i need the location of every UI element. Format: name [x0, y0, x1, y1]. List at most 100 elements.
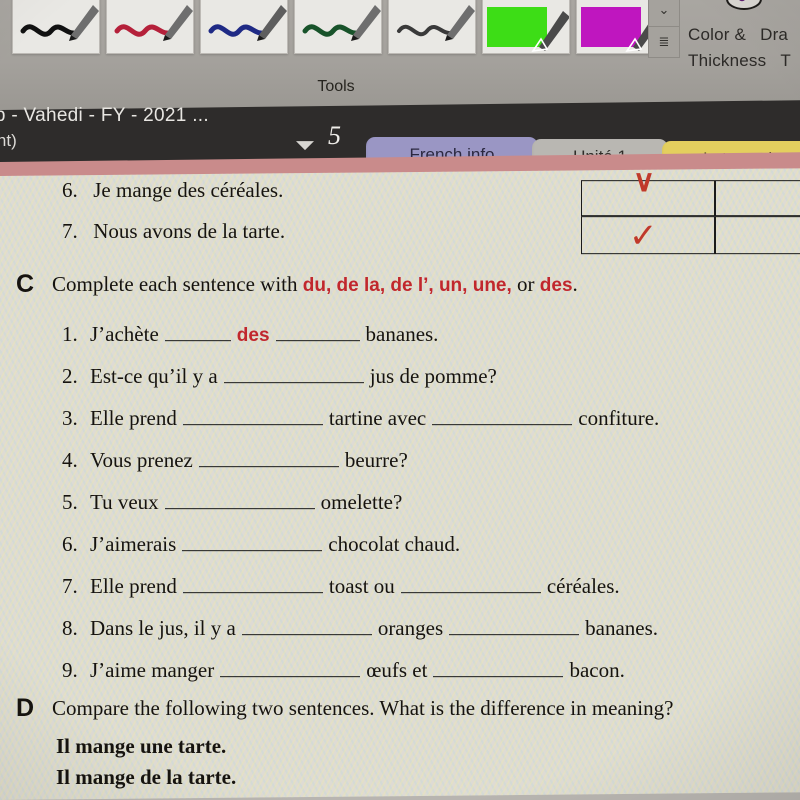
grading-check-table: ∨ ✓: [581, 165, 800, 255]
item-text: Je mange des céréales.: [93, 178, 284, 203]
answer-blank[interactable]: [164, 318, 231, 342]
item-number: 6.: [62, 178, 78, 203]
question-text-before: Tu veux: [90, 490, 159, 515]
draw-with-touch-label-1[interactable]: Dra: [760, 22, 788, 48]
answer-blank[interactable]: [164, 486, 315, 510]
question-text-middle: oranges: [377, 616, 444, 641]
answer-blank[interactable]: [220, 654, 361, 678]
table-cell: [715, 216, 800, 255]
question-text-before: Est-ce qu’il y a: [90, 364, 218, 389]
question-text-after: jus de pomme?: [369, 364, 497, 389]
question-text-before: Elle prend: [90, 574, 177, 599]
section-d-instruction: Compare the following two sentences. Wha…: [52, 696, 674, 721]
answer-blank[interactable]: [182, 528, 323, 552]
draw-with-touch-label-2[interactable]: T: [780, 48, 791, 74]
screenshot-root: ⌄ ≣ Color & Dra Thickness T Tools 1b - V…: [0, 0, 800, 800]
previous-item-6: 6. Je mange des céréales.: [62, 178, 283, 203]
pen-red-icon: [114, 5, 193, 41]
question-text-middle: toast ou: [328, 574, 395, 599]
section-c-letter: C: [16, 270, 35, 299]
question-8: 8. Dans le jus, il y a oranges bananes.: [62, 612, 658, 641]
answer-blank[interactable]: [432, 402, 573, 426]
question-number: 5.: [62, 490, 78, 515]
question-7: 7. Elle prend toast ou céréales.: [62, 570, 620, 599]
question-9: 9. J’aime manger œufs et bacon.: [62, 654, 625, 683]
answer-blank[interactable]: [241, 612, 372, 636]
question-number: 2.: [62, 364, 78, 389]
question-5: 5. Tu veux omelette?: [62, 486, 402, 515]
section-d-sentence-1: Il mange une tarte.: [56, 734, 227, 759]
answer-blank[interactable]: [400, 570, 541, 594]
question-text-after: beurre?: [344, 448, 408, 473]
red-check-mark-1: ∨: [633, 165, 655, 199]
section-d-letter: D: [16, 694, 35, 723]
question-1: 1. J’achète des bananes.: [62, 318, 438, 347]
question-text-after: confiture.: [578, 406, 660, 431]
question-number: 7.: [62, 574, 78, 599]
question-6: 6. J’aimerais chocolat chaud.: [62, 528, 460, 557]
printed-answer: des: [236, 325, 270, 347]
question-4: 4. Vous prenez beurre?: [62, 444, 408, 473]
answer-blank[interactable]: [182, 402, 323, 426]
gallery-scroll-down-icon[interactable]: ⌄: [649, 0, 679, 27]
answer-blank[interactable]: [433, 654, 564, 678]
answer-blank[interactable]: [275, 318, 360, 342]
question-text-middle: tartine avec: [328, 406, 427, 431]
pen-tool-gray[interactable]: [388, 0, 476, 54]
pen-gallery: [12, 0, 664, 60]
answer-blank[interactable]: [198, 444, 339, 468]
instruction-before: Complete each sentence with: [52, 272, 303, 297]
instruction-keywords: du, de la, de l’, un, une,: [302, 275, 512, 297]
worksheet-page: 6. Je mange des céréales. 7. Nous avons …: [0, 165, 800, 800]
gallery-scroll-buttons: ⌄ ≣: [648, 0, 680, 58]
question-3: 3. Elle prend tartine avec confiture.: [62, 402, 659, 431]
question-text-after: bananes.: [365, 322, 439, 347]
question-number: 9.: [62, 658, 78, 683]
section-d-sentence-2: Il mange de la tarte.: [56, 765, 237, 790]
question-text-after: céréales.: [546, 574, 620, 599]
question-text-after: bananes.: [585, 616, 659, 641]
question-2: 2. Est-ce qu’il y a jus de pomme?: [62, 360, 497, 389]
table-cell: [715, 180, 800, 217]
notebook-subtitle: dent): [0, 131, 17, 151]
item-text: Nous avons de la tarte.: [93, 219, 286, 244]
notebook-name[interactable]: 1b - Vahedi - FY - 2021 ...: [0, 105, 209, 127]
red-check-mark-2: ✓: [629, 218, 658, 256]
color-thickness-label-2[interactable]: Thickness: [688, 48, 766, 74]
instruction-end: .: [572, 272, 578, 297]
instruction-keyword-last: des: [539, 275, 573, 297]
pen-tool-blue[interactable]: [200, 0, 288, 54]
chevron-down-icon[interactable]: [296, 141, 314, 151]
question-number: 3.: [62, 406, 78, 431]
question-number: 4.: [62, 448, 78, 473]
color-thickness-pen-icon: [726, 0, 762, 10]
gallery-more-icon[interactable]: ≣: [649, 27, 679, 58]
question-text-after: omelette?: [320, 490, 403, 515]
answer-blank[interactable]: [223, 360, 364, 384]
previous-item-7: 7. Nous avons de la tarte.: [62, 219, 285, 244]
color-thickness-label-1[interactable]: Color &: [688, 22, 746, 48]
pen-tool-green[interactable]: [294, 0, 382, 54]
answer-blank[interactable]: [182, 570, 323, 594]
ribbon-group-label-tools: Tools: [317, 78, 355, 95]
ribbon-right-labels: Color & Dra Thickness T: [688, 22, 791, 75]
pen-tool-black[interactable]: [12, 0, 100, 54]
highlighter-tool-green[interactable]: [482, 0, 570, 54]
page-number-badge: 5: [328, 121, 341, 151]
pen-green-icon: [302, 5, 381, 41]
question-number: 8.: [62, 616, 78, 641]
section-c-instruction: Complete each sentence with du, de la, d…: [52, 272, 578, 297]
question-text-before: Vous prenez: [90, 448, 193, 473]
pen-blue-icon: [208, 5, 287, 41]
highlighter-green-icon: [531, 11, 569, 53]
answer-blank[interactable]: [449, 612, 580, 636]
instruction-after: or: [511, 272, 540, 297]
question-number: 1.: [62, 322, 78, 347]
question-text-before: Elle prend: [90, 406, 177, 431]
question-text-before: Dans le jus, il y a: [90, 616, 236, 641]
onenote-draw-ribbon: ⌄ ≣ Color & Dra Thickness T Tools: [0, 0, 800, 112]
question-number: 6.: [62, 532, 78, 557]
question-text-before: J’aimerais: [90, 532, 177, 557]
question-text-before: J’achète: [90, 322, 159, 347]
pen-tool-red[interactable]: [106, 0, 194, 54]
